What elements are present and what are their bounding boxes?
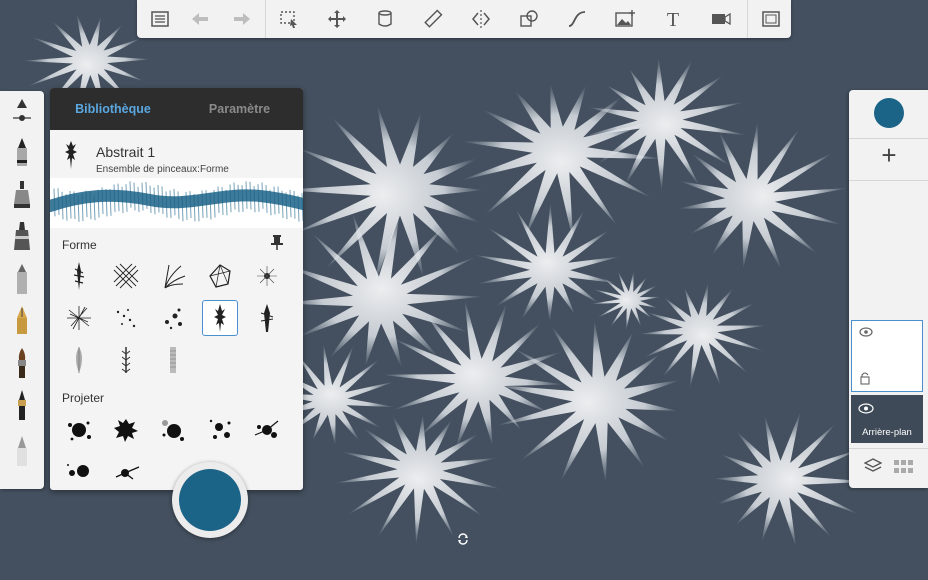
brush-stroke: [334, 413, 502, 546]
image-insert-icon[interactable]: [602, 0, 648, 38]
brush-shape-starburst-icon[interactable]: [249, 258, 285, 294]
video-icon[interactable]: [698, 0, 744, 38]
splatter-brush-5-icon[interactable]: [249, 412, 285, 448]
brush-stroke: [638, 282, 768, 389]
pencil-tool-icon[interactable]: [0, 133, 44, 173]
splatter-brush-7-icon[interactable]: [108, 452, 144, 488]
brush-shape-spike-icon[interactable]: [61, 258, 97, 294]
brush-stroke: [676, 120, 849, 271]
eraser-tool-icon[interactable]: [0, 431, 44, 471]
shapes-icon[interactable]: [506, 0, 552, 38]
color-puck-swatch: [179, 469, 241, 531]
add-layer-icon[interactable]: +: [876, 142, 902, 168]
brush-shape-dots-small-icon[interactable]: [108, 300, 144, 336]
section-projeter-label: Projeter: [62, 391, 105, 405]
undo-icon[interactable]: [177, 0, 223, 38]
ink-pen-tool-icon[interactable]: [0, 301, 44, 341]
background-layer-label: Arrière-plan: [862, 427, 912, 438]
pin-icon[interactable]: [270, 234, 284, 250]
splatter-brush-1-icon[interactable]: [61, 412, 97, 448]
tab-library[interactable]: Bibliothèque: [50, 88, 176, 130]
brush-size-slider-icon[interactable]: [0, 91, 44, 131]
brush-strip: [0, 91, 44, 489]
brush-shape-scribble-icon[interactable]: [61, 300, 97, 336]
eye-icon[interactable]: [858, 403, 874, 414]
top-toolbar: T: [137, 0, 791, 38]
svg-text:T: T: [667, 9, 679, 30]
color-picker-swatch[interactable]: [874, 98, 904, 128]
brush-shape-chevron-icon[interactable]: [108, 342, 144, 378]
paintbrush-tool-icon[interactable]: [0, 343, 44, 383]
transform-icon[interactable]: [314, 0, 360, 38]
felt-pen-tool-icon[interactable]: [0, 259, 44, 299]
layer-1-thumbnail[interactable]: [851, 320, 923, 392]
text-icon[interactable]: T: [650, 0, 696, 38]
airbrush-tool-icon[interactable]: [0, 175, 44, 215]
brush-set-label: Ensemble de pinceaux:Forme: [96, 164, 229, 175]
selection-icon[interactable]: [266, 0, 312, 38]
brush-shape-grass-icon[interactable]: [155, 258, 191, 294]
tab-parameters[interactable]: Paramètre: [176, 88, 303, 130]
splatter-brush-3-icon[interactable]: [155, 412, 191, 448]
brush-library-panel: Bibliothèque Paramètre Abstrait 1 Ensemb…: [50, 88, 303, 490]
brush-stroke: [473, 202, 622, 323]
color-puck[interactable]: [172, 462, 248, 538]
curve-icon[interactable]: [554, 0, 600, 38]
symmetry-icon[interactable]: [458, 0, 504, 38]
splatter-brush-6-icon[interactable]: [61, 452, 97, 488]
rotate-canvas-icon[interactable]: [456, 532, 470, 546]
brush-shape-dots-large-icon[interactable]: [155, 300, 191, 336]
fill-bucket-icon[interactable]: [362, 0, 408, 38]
brush-stroke: [712, 411, 870, 548]
calligraphy-tool-icon[interactable]: [0, 385, 44, 425]
section-forme-label: Forme: [62, 238, 97, 252]
splatter-brush-4-icon[interactable]: [202, 412, 238, 448]
brush-stroke: [458, 83, 664, 242]
brush-shape-abstract-selected-icon[interactable]: [202, 300, 238, 336]
grid-view-icon[interactable]: [894, 460, 914, 474]
brush-stroke: [281, 104, 484, 286]
splatter-brush-2-icon[interactable]: [108, 412, 144, 448]
redo-icon[interactable]: [219, 0, 265, 38]
marker-tool-icon[interactable]: [0, 217, 44, 257]
lock-icon[interactable]: [860, 371, 870, 385]
brush-shape-feather-icon[interactable]: [249, 300, 285, 336]
panel-tabs: Bibliothèque Paramètre: [50, 88, 303, 130]
brush-shape-bars-icon[interactable]: [155, 342, 191, 378]
fullscreen-icon[interactable]: [748, 0, 794, 38]
brush-shape-polygon-icon[interactable]: [202, 258, 238, 294]
background-layer[interactable]: Arrière-plan: [851, 395, 923, 443]
eye-icon[interactable]: [859, 327, 873, 337]
brush-thumbnail-icon: [65, 141, 77, 169]
brush-shape-leaf-icon[interactable]: [61, 342, 97, 378]
current-brush-header[interactable]: Abstrait 1 Ensemble de pinceaux:Forme: [50, 130, 303, 178]
layers-stack-icon[interactable]: [864, 458, 882, 474]
ruler-icon[interactable]: [410, 0, 456, 38]
brush-shape-crosshatch-icon[interactable]: [108, 258, 144, 294]
brush-name: Abstrait 1: [96, 144, 156, 160]
stroke-preview: [50, 178, 303, 228]
